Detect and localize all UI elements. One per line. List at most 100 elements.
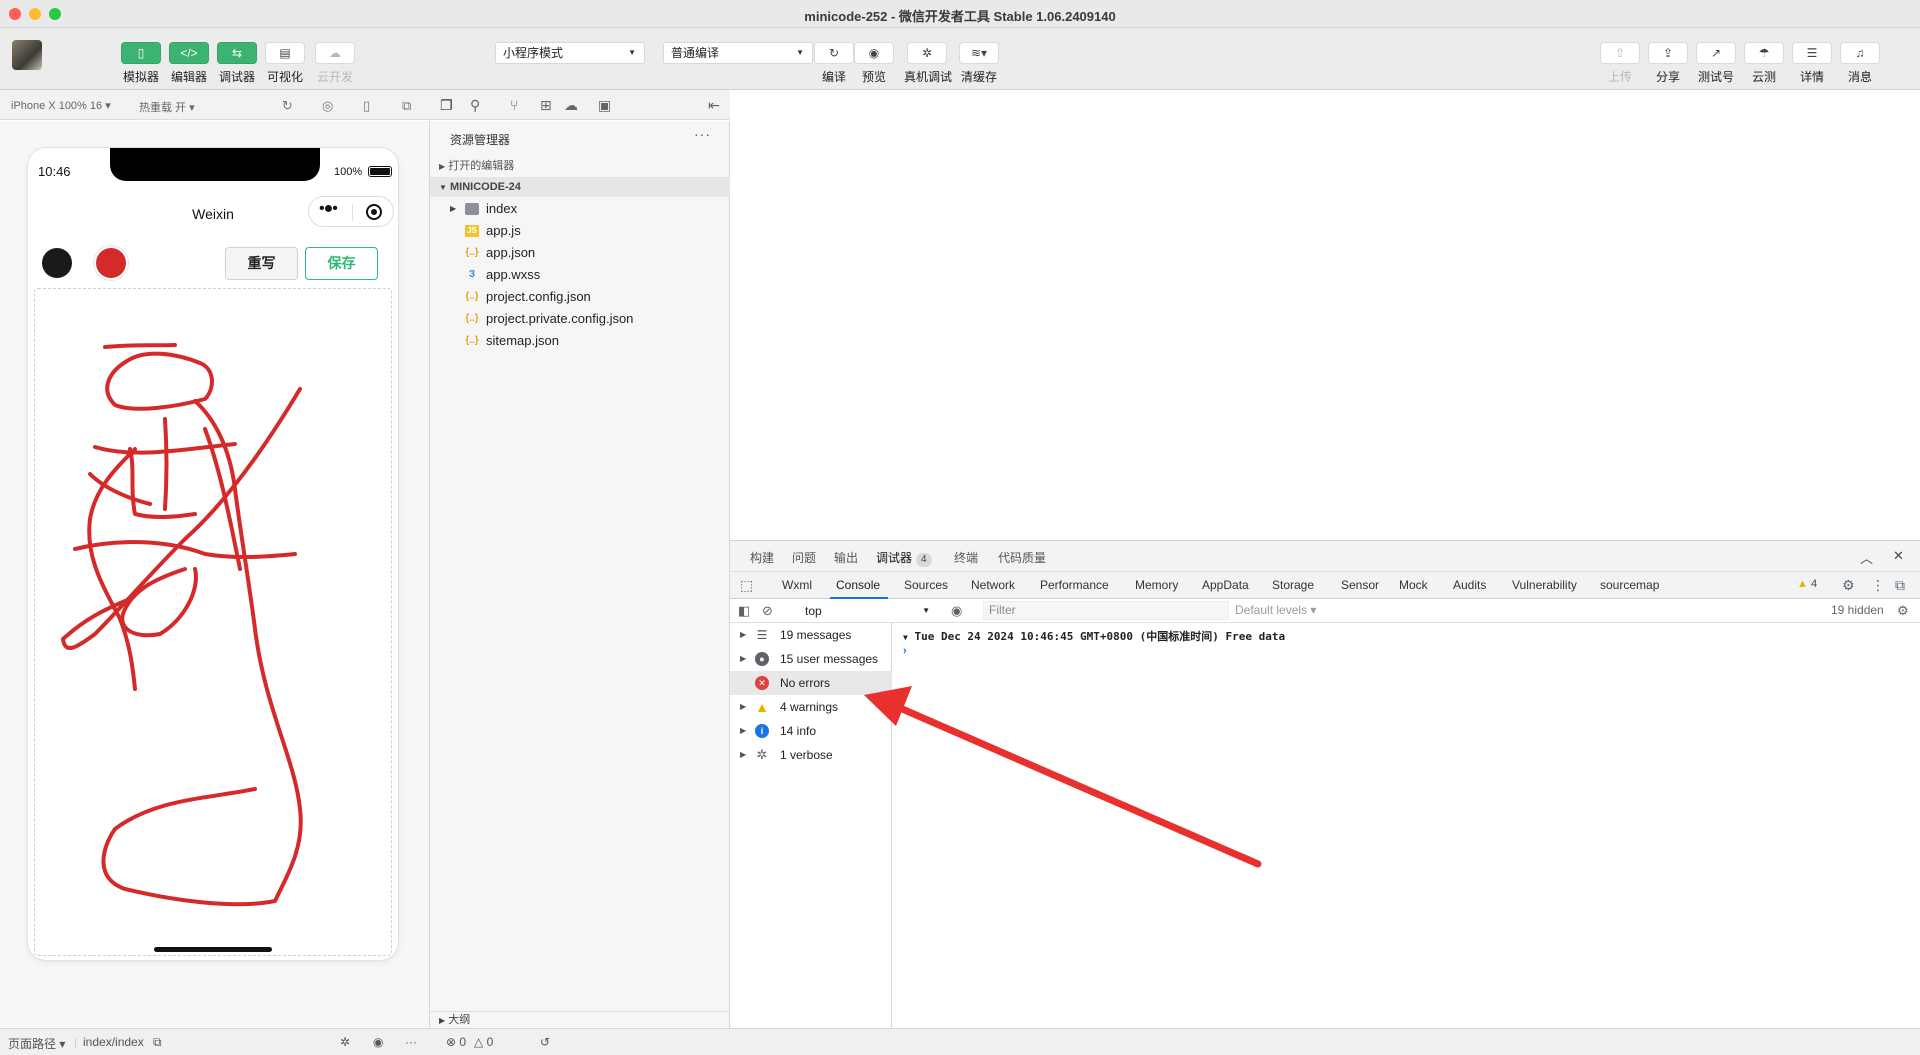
tab-output[interactable]: 输出 bbox=[834, 549, 858, 566]
eye-icon[interactable]: ◉ bbox=[373, 1035, 383, 1049]
tab-build[interactable]: 构建 bbox=[750, 549, 774, 566]
more-icon[interactable]: ··· bbox=[405, 1035, 417, 1049]
clear-console-icon[interactable]: ⊘ bbox=[762, 603, 773, 619]
tab-mock[interactable]: Mock bbox=[1399, 578, 1428, 592]
details-button[interactable]: ☰ 详情 bbox=[1789, 42, 1835, 85]
tab-console[interactable]: Console bbox=[836, 578, 880, 592]
debugger-button[interactable]: ⇆ 调试器 bbox=[214, 42, 260, 85]
rewrite-button[interactable]: 重写 bbox=[225, 247, 298, 280]
editor-button[interactable]: </> 编辑器 bbox=[166, 42, 212, 85]
tab-problems[interactable]: 问题 bbox=[792, 549, 816, 566]
preview-button[interactable]: ◉ 预览 bbox=[851, 42, 897, 85]
sidebar-item-info[interactable]: ▶ i 14 info bbox=[730, 719, 892, 743]
context-select[interactable]: top ▼ bbox=[798, 602, 934, 620]
drawing-canvas[interactable] bbox=[34, 288, 392, 956]
clear-cache-button[interactable]: ≋▾ 清缓存 bbox=[956, 42, 1002, 85]
git-branch-icon[interactable]: ⑂ bbox=[510, 97, 518, 113]
log-levels-select[interactable]: Default levels ▾ bbox=[1235, 603, 1316, 617]
user-avatar[interactable] bbox=[12, 40, 42, 70]
close-miniprogram-icon[interactable] bbox=[366, 204, 382, 220]
extensions-icon[interactable]: ⊞ bbox=[540, 97, 552, 114]
popout-icon[interactable]: ⧉ bbox=[402, 98, 411, 114]
close-icon[interactable]: ✕ bbox=[1893, 548, 1904, 564]
project-section[interactable]: ▼ MINICODE-24 bbox=[430, 177, 730, 197]
bug-icon[interactable]: ✲ bbox=[340, 1035, 350, 1049]
console-log-entry[interactable]: ▼ Tue Dec 24 2024 10:46:45 GMT+0800 (中国标… bbox=[903, 628, 1285, 644]
console-filter-input[interactable]: Filter bbox=[983, 601, 1229, 620]
page-path-select[interactable]: 页面路径 ▾ bbox=[8, 1035, 65, 1052]
visual-button[interactable]: ▤ 可视化 bbox=[262, 42, 308, 85]
file-tree-item-app-wxss[interactable]: З app.wxss bbox=[430, 264, 730, 286]
menu-capsule[interactable]: •●• bbox=[308, 196, 394, 227]
test-account-button[interactable]: ↗ 测试号 bbox=[1693, 42, 1739, 85]
inspect-icon[interactable]: ⬚ bbox=[740, 577, 753, 594]
more-dots-icon[interactable]: •●• bbox=[319, 200, 338, 218]
live-expression-eye-icon[interactable]: ◉ bbox=[951, 603, 962, 619]
tab-vulnerability[interactable]: Vulnerability bbox=[1512, 578, 1577, 592]
dock-icon[interactable]: ⧉ bbox=[1895, 577, 1905, 594]
docker-icon[interactable]: ☁ bbox=[564, 97, 578, 114]
tab-appdata[interactable]: AppData bbox=[1202, 578, 1249, 592]
stop-icon[interactable]: ◎ bbox=[322, 98, 333, 114]
settings-gear-icon[interactable]: ⚙ bbox=[1842, 577, 1855, 594]
remote-debug-button[interactable]: ✲ 真机调试 bbox=[904, 42, 952, 85]
device-icon[interactable]: ▯ bbox=[363, 98, 370, 114]
error-count[interactable]: ⊗ 0 bbox=[446, 1035, 466, 1049]
files-icon[interactable]: ❐ bbox=[440, 97, 453, 114]
tab-terminal[interactable]: 终端 bbox=[954, 549, 978, 566]
file-tree-item-app-js[interactable]: JS app.js bbox=[430, 220, 730, 242]
sidebar-item-messages[interactable]: ▶ ☰ 19 messages bbox=[730, 623, 892, 647]
tab-code-quality[interactable]: 代码质量 bbox=[998, 549, 1046, 566]
console-output[interactable]: ▼ Tue Dec 24 2024 10:46:45 GMT+0800 (中国标… bbox=[893, 623, 1920, 1029]
mode-select[interactable]: 小程序模式 ▼ bbox=[495, 42, 645, 64]
file-tree-item-index[interactable]: ▶ index bbox=[430, 198, 730, 220]
tab-audits[interactable]: Audits bbox=[1453, 578, 1486, 592]
compile-select[interactable]: 普通编译 ▼ bbox=[663, 42, 813, 64]
device-select[interactable]: iPhone X 100% 16 ▾ bbox=[11, 99, 111, 112]
rotate-icon[interactable]: ↻ bbox=[282, 98, 293, 114]
warning-count[interactable]: △ 0 bbox=[474, 1035, 493, 1049]
cloud-dev-button[interactable]: ☁ 云开发 bbox=[312, 42, 358, 85]
sidebar-toggle-icon[interactable]: ◧ bbox=[738, 603, 750, 619]
collapse-icon[interactable]: ⇤ bbox=[708, 97, 720, 114]
tab-performance[interactable]: Performance bbox=[1040, 578, 1109, 592]
share-button[interactable]: ⇪ 分享 bbox=[1645, 42, 1691, 85]
copy-icon[interactable]: ⧉ bbox=[153, 1035, 162, 1050]
file-tree-item-sitemap[interactable]: {..} sitemap.json bbox=[430, 330, 730, 352]
editor-area[interactable] bbox=[730, 90, 1920, 540]
upload-button[interactable]: ⇧ 上传 bbox=[1597, 42, 1643, 85]
sidebar-item-errors[interactable]: ✕ No errors bbox=[730, 671, 892, 695]
kebab-menu-icon[interactable]: ⋮ bbox=[1871, 577, 1885, 594]
sidebar-item-user-messages[interactable]: ▶ ● 15 user messages bbox=[730, 647, 892, 671]
tab-sensor[interactable]: Sensor bbox=[1341, 578, 1379, 592]
history-icon[interactable]: ↺ bbox=[540, 1035, 550, 1049]
messages-button[interactable]: ♫ 消息 bbox=[1837, 42, 1883, 85]
warnings-counter[interactable]: ▲ 4 bbox=[1797, 578, 1817, 590]
tab-memory[interactable]: Memory bbox=[1135, 578, 1178, 592]
tab-sourcemap[interactable]: sourcemap bbox=[1600, 578, 1659, 592]
panel-icon[interactable]: ▣ bbox=[598, 97, 611, 114]
color-red-swatch[interactable] bbox=[96, 248, 126, 278]
console-settings-icon[interactable]: ⚙ bbox=[1897, 603, 1909, 619]
file-tree-item-app-json[interactable]: {..} app.json bbox=[430, 242, 730, 264]
search-icon[interactable]: ⚲ bbox=[470, 97, 480, 114]
tab-debugger[interactable]: 调试器 4 bbox=[876, 549, 932, 567]
file-tree-item-project-private-config[interactable]: {..} project.private.config.json bbox=[430, 308, 730, 330]
tab-sources[interactable]: Sources bbox=[904, 578, 948, 592]
simulator-button[interactable]: ▯ 模拟器 bbox=[118, 42, 164, 85]
hot-reload-toggle[interactable]: 热重载 开 ▾ bbox=[139, 99, 195, 115]
tab-network[interactable]: Network bbox=[971, 578, 1015, 592]
sidebar-item-verbose[interactable]: ▶ ✲ 1 verbose bbox=[730, 743, 892, 767]
tab-wxml[interactable]: Wxml bbox=[782, 578, 812, 592]
chevron-up-icon[interactable]: ︿ bbox=[1860, 548, 1873, 567]
tab-storage[interactable]: Storage bbox=[1272, 578, 1314, 592]
more-options-icon[interactable]: ··· bbox=[694, 126, 711, 142]
color-black-swatch[interactable] bbox=[42, 248, 72, 278]
outline-section[interactable]: ▶ 大纲 bbox=[430, 1011, 730, 1028]
cloud-test-button[interactable]: ☂ 云测 bbox=[1741, 42, 1787, 85]
sidebar-item-warnings[interactable]: ▶ ▲ 4 warnings bbox=[730, 695, 892, 719]
file-tree-item-project-config[interactable]: {..} project.config.json bbox=[430, 286, 730, 308]
save-button[interactable]: 保存 bbox=[305, 247, 378, 280]
console-prompt[interactable]: › bbox=[903, 645, 907, 657]
open-editors-section[interactable]: ▶ 打开的编辑器 bbox=[430, 156, 730, 176]
